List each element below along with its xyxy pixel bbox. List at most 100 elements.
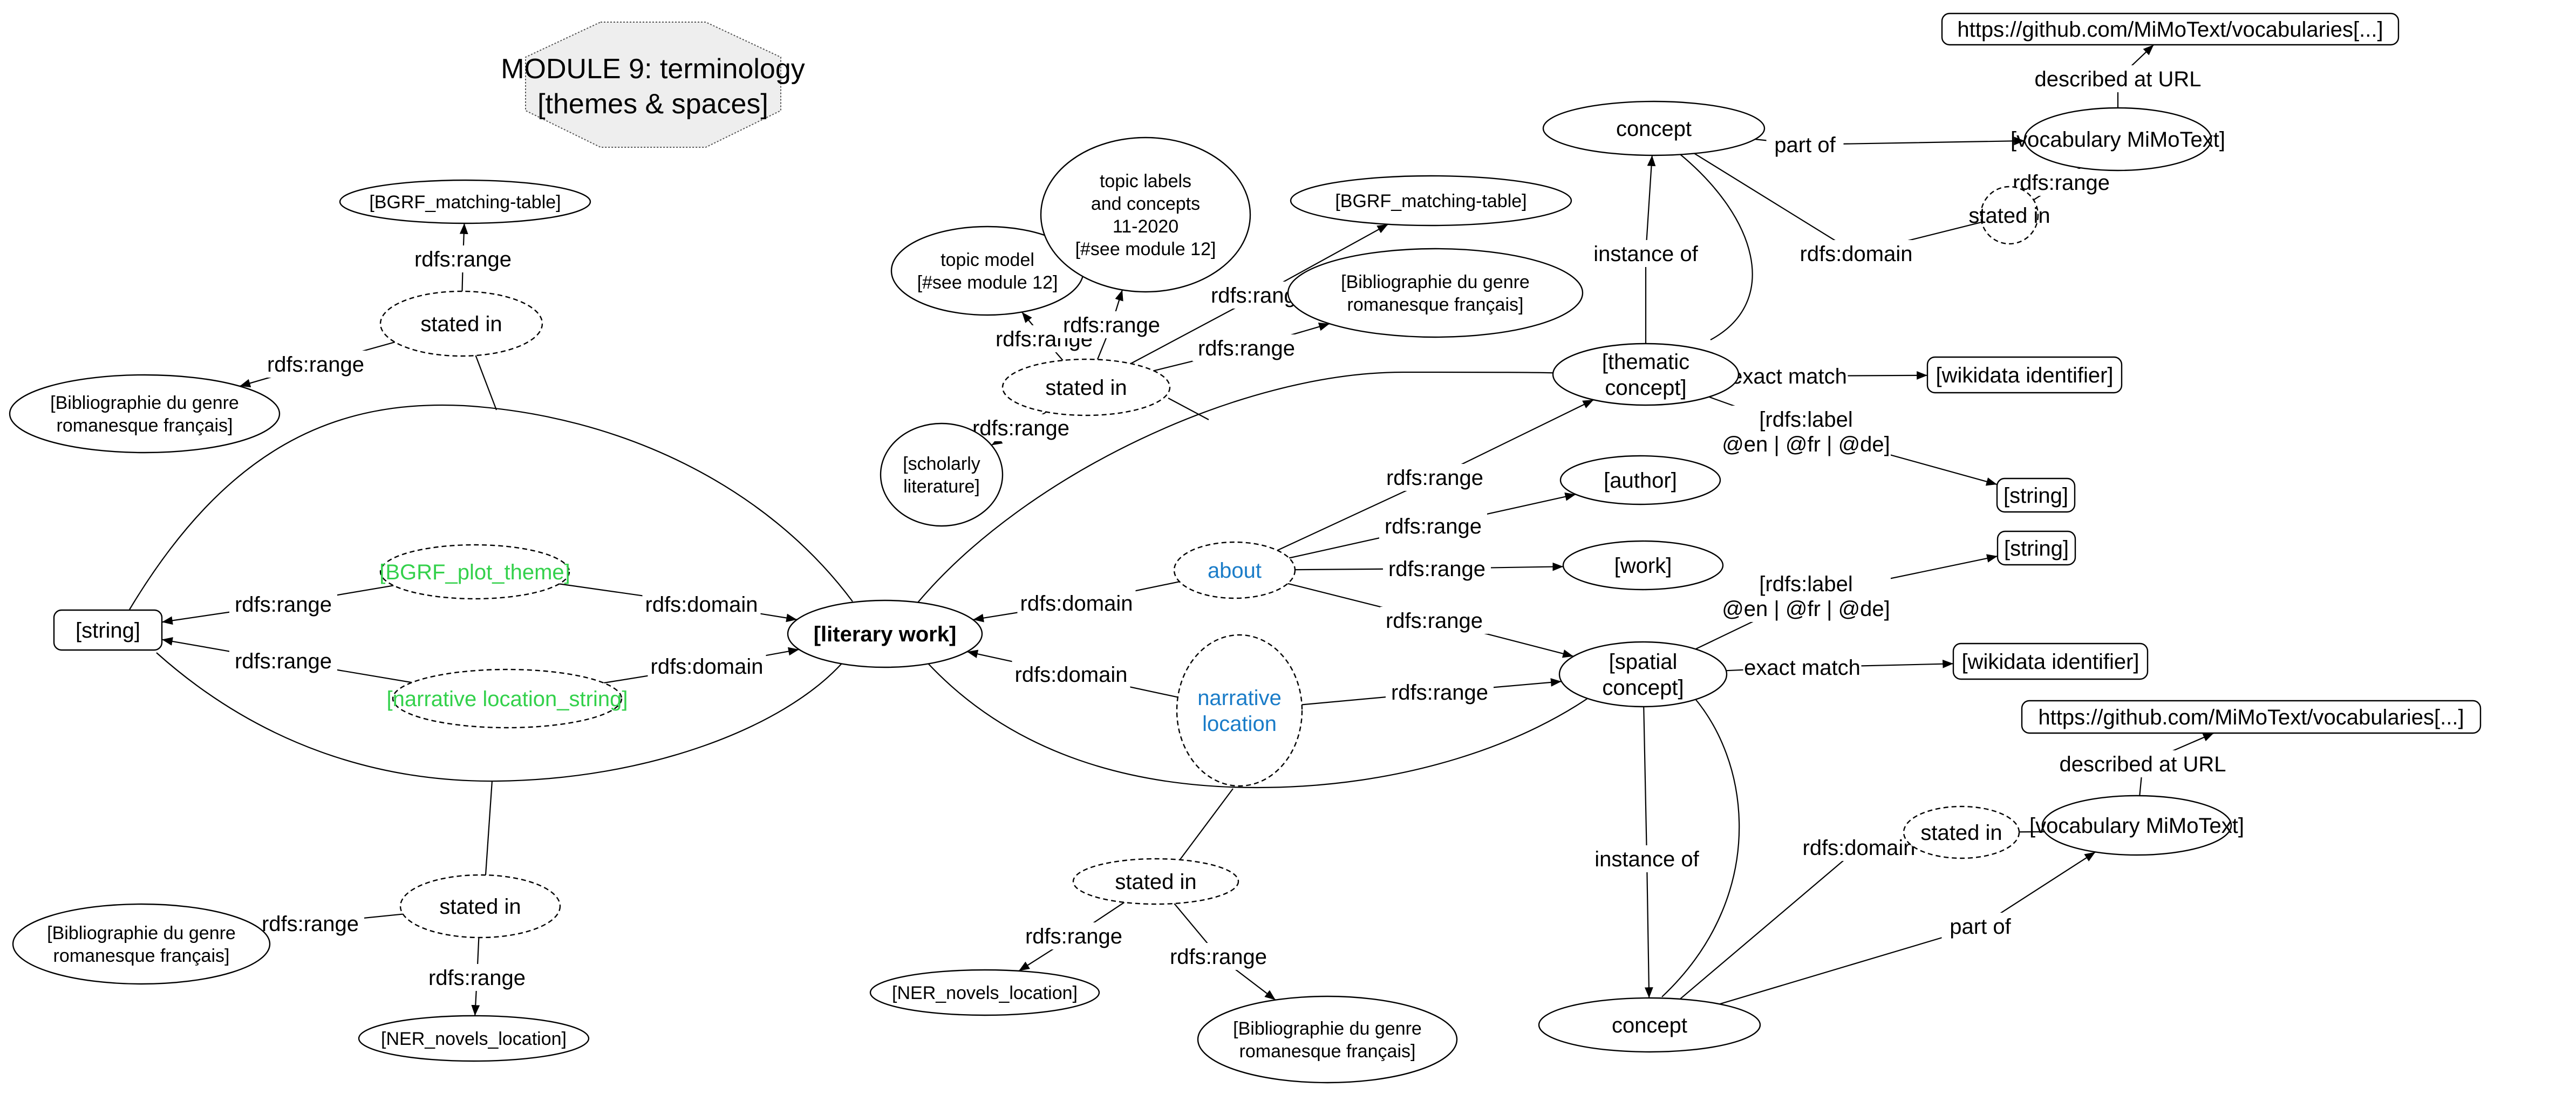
node-wikidata-1[interactable]: [wikidata identifier]	[1926, 356, 2123, 394]
node-label: [Bibliographie du genre	[1233, 1018, 1422, 1039]
node-bibliographie-1[interactable]: [Bibliographie du genreromanesque frança…	[9, 374, 281, 454]
node-label: location	[1202, 712, 1277, 736]
node-concept-bottom[interactable]: concept	[1538, 997, 1761, 1053]
node-label: [wikidata identifier]	[1961, 650, 2139, 674]
edge-vocabulary_bottom-to-url_bottom: described at URL	[2058, 732, 2227, 796]
node-label: romanesque français]	[53, 946, 230, 966]
node-label: [#see module 12]	[917, 272, 1058, 293]
module-title: MODULE 9: terminology [themes & spaces]	[501, 22, 805, 148]
edge-label: instance of	[1593, 242, 1698, 266]
node-narrative-location[interactable]: narrativelocation	[1176, 634, 1303, 787]
edge-spatial_concept-to-string_right_2: [rdfs:label@en | @fr | @de]	[1695, 554, 1998, 650]
node-label: [NER_novels_location]	[381, 1029, 567, 1049]
edge-stated_in_bottom_left-to-bibliographie_2: rdfs:range	[256, 910, 403, 937]
node-bibliographie-4[interactable]: [Bibliographie du genreromanesque frança…	[1197, 995, 1458, 1084]
node-label: [narrative location_string]	[387, 687, 628, 711]
node-spatial-concept[interactable]: [spatialconcept]	[1558, 641, 1728, 708]
node-string-left[interactable]: [string]	[53, 609, 163, 651]
node-url-bottom[interactable]: https://github.com/MiMoText/vocabularies…	[2021, 700, 2482, 734]
node-bgrf-matching-table-2[interactable]: [BGRF_matching-table]	[1290, 175, 1572, 227]
edge-label: exact match	[1730, 365, 1847, 388]
node-literary-work[interactable]: [literary work]	[787, 599, 983, 668]
edge-label: @en | @fr | @de]	[1722, 597, 1890, 621]
node-label: [Bibliographie du genre	[47, 923, 236, 943]
edge-thematic_concept-to-concept_top: instance of	[1586, 155, 1705, 344]
node-label: about	[1208, 559, 1262, 583]
curve-statedin-topleft-to-arc	[474, 353, 498, 411]
edge-label: rdfs:range	[267, 353, 364, 377]
node-ellipse	[9, 374, 281, 454]
node-narrative-location-string[interactable]: [narrative location_string]	[387, 668, 628, 729]
edge-stated_in_top_left-to-bgrf_matching_table_1: rdfs:range	[409, 223, 517, 292]
node-string-right-1[interactable]: [string]	[1996, 477, 2076, 513]
edge-label: rdfs:domain	[651, 655, 764, 679]
node-label: concept	[1612, 1014, 1687, 1037]
edge-stated_in_top_center-to-bibliographie_3: rdfs:range	[1153, 323, 1330, 372]
node-label: [scholarly	[903, 454, 980, 474]
node-wikidata-2[interactable]: [wikidata identifier]	[1952, 642, 2149, 680]
node-stated-in-top-center[interactable]: stated in	[1001, 358, 1171, 416]
edge-label: rdfs:range	[428, 966, 526, 990]
edge-thematic_concept-to-string_right_1: [rdfs:label@en | @fr | @de]	[1708, 396, 1998, 486]
edge-label: part of	[1950, 915, 2011, 939]
curve-statedin-bottomleft-to-arc	[485, 780, 493, 876]
node-ner-novels-location-2[interactable]: [NER_novels_location]	[869, 969, 1100, 1016]
node-scholarly-literature[interactable]: [scholarlyliterature]	[880, 422, 1004, 527]
node-label: [BGRF_plot_theme]	[379, 560, 570, 584]
node-label: [spatial	[1609, 650, 1678, 674]
edge-stated_in_bottom_center-to-ner_novels_location_2: rdfs:range	[1018, 901, 1128, 972]
edge-label: rdfs:range	[1391, 681, 1488, 705]
edge-line	[1679, 839, 1907, 1000]
node-about[interactable]: about	[1173, 541, 1296, 599]
edge-label: exact match	[1744, 656, 1861, 680]
node-label: stated in	[1968, 204, 2050, 228]
node-label: [string]	[76, 619, 140, 642]
node-concept-top[interactable]: concept	[1542, 100, 1766, 156]
node-stated-in-right-bottom[interactable]: stated in	[1903, 805, 2020, 859]
edge-spatial_concept-to-wikidata_2: exact match	[1726, 654, 1954, 681]
node-label: stated in	[1115, 870, 1196, 894]
node-ellipse	[12, 903, 271, 985]
node-vocabulary-bottom[interactable]: [vocabulary MiMoText]	[2029, 795, 2244, 856]
node-bgrf-matching-table-1[interactable]: [BGRF_matching-table]	[339, 179, 591, 224]
node-bgrf-plot-theme[interactable]: [BGRF_plot_theme]	[379, 544, 570, 600]
edge-label: rdfs:range	[235, 593, 332, 617]
edge-label: described at URL	[2034, 67, 2201, 91]
node-ellipse	[1287, 248, 1584, 338]
node-label: [string]	[2004, 537, 2069, 560]
node-stated-in-top-left[interactable]: stated in	[379, 290, 543, 357]
curve-statedin-bottomcenter-to-arc	[1178, 788, 1234, 861]
node-string-right-2[interactable]: [string]	[1996, 530, 2076, 566]
node-url-top[interactable]: https://github.com/MiMoText/vocabularies…	[1941, 12, 2400, 46]
title-octagon	[525, 22, 781, 148]
node-bibliographie-3[interactable]: [Bibliographie du genre romanesque frança…	[1287, 248, 1584, 338]
node-stated-in-bottom-center[interactable]: stated in	[1072, 858, 1239, 905]
node-label: [#see module 12]	[1075, 239, 1216, 259]
edge-bgrf_plot_theme-to-string_left: rdfs:range	[161, 585, 394, 625]
edge-stated_in_right_top-to-concept_top: rdfs:domain	[1694, 153, 1982, 267]
edge-concept_top-to-vocabulary_top: part of	[1755, 131, 2025, 158]
node-stated-in-bottom-left[interactable]: stated in	[399, 874, 561, 939]
node-label: topic labels	[1100, 171, 1191, 191]
node-label: and concepts	[1091, 194, 1200, 214]
node-label: [BGRF_matching-table]	[1335, 191, 1526, 211]
edge-label: rdfs:range	[1198, 337, 1295, 360]
node-label: [NER_novels_location]	[892, 983, 1078, 1003]
edge-label: part of	[1774, 133, 1836, 157]
edge-narrative_location_string-to-string_left: rdfs:range	[161, 637, 412, 683]
node-label: [literary work]	[814, 623, 957, 646]
node-thematic-concept[interactable]: [thematicconcept]	[1552, 343, 1740, 406]
node-label: [string]	[2003, 484, 2068, 508]
node-author[interactable]: [author]	[1559, 455, 1721, 505]
node-bibliographie-2[interactable]: [Bibliographie du genre romanesque frança…	[12, 903, 271, 985]
node-vocabulary-top[interactable]: [vocabulary MiMoText]	[2011, 107, 2225, 172]
edge-label: rdfs:range	[1386, 466, 1483, 490]
node-label: https://github.com/MiMoText/vocabularies…	[2038, 706, 2464, 729]
node-label: [Bibliographie du genre	[1341, 272, 1530, 292]
edge-concept_bottom-to-vocabulary_bottom: part of	[1719, 851, 2096, 1005]
node-ner-novels-location-1[interactable]: [NER_novels_location]	[358, 1015, 590, 1062]
edge-label: rdfs:domain	[645, 593, 758, 617]
edge-label: rdfs:range	[262, 912, 359, 936]
node-topic-labels[interactable]: topic labels and concepts11-2020[#see mod…	[1040, 136, 1251, 293]
node-work[interactable]: [work]	[1562, 540, 1724, 591]
